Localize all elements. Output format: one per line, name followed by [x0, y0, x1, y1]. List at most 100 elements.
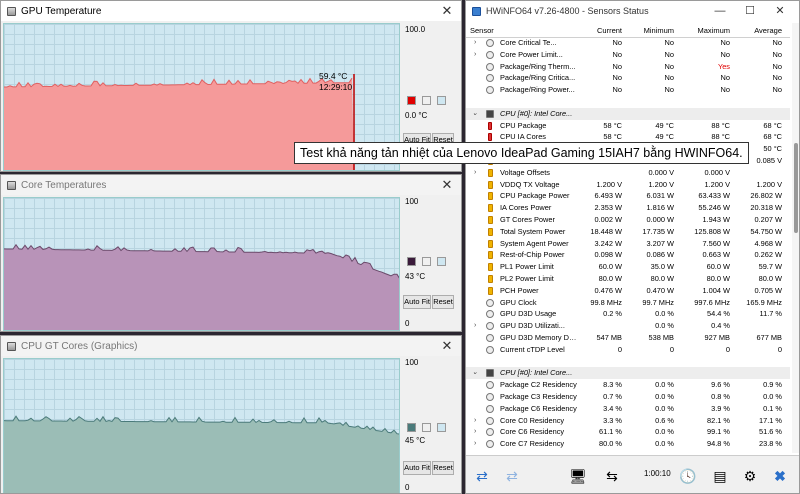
sensor-row[interactable]: › Core Critical Te... No No No No	[466, 37, 790, 49]
sensor-row[interactable]: Package C6 Residency 3.4 % 0.0 % 3.9 % 0.1 %	[466, 403, 790, 415]
sensor-group-header[interactable]: ⌄ CPU [#0]: Intel Core...	[466, 107, 790, 120]
auto-fit-button[interactable]: Auto Fit	[403, 295, 431, 309]
close-icon[interactable]: ✕	[439, 3, 455, 19]
column-sensor[interactable]: Sensor	[470, 26, 494, 35]
sensor-row[interactable]: CPU Package Power 6.493 W 6.031 W 63.433 W 2…	[466, 190, 790, 202]
sensor-row[interactable]: › Core Power Limit... No No No No	[466, 49, 790, 61]
sensor-row[interactable]: Total System Power 18.448 W 17.735 W 125.80…	[466, 226, 790, 238]
sensor-row[interactable]: GPU D3D Memory Dy... 547 MB 538 MB 927 MB 67…	[466, 332, 790, 344]
collapse-icon[interactable]: ⌄	[472, 108, 478, 120]
color-swatch-line[interactable]	[407, 423, 416, 432]
sensor-row[interactable]: GT Cores Power 0.002 W 0.000 W 1.943 W 0.207…	[466, 214, 790, 226]
sensor-row[interactable]: Rest-of-Chip Power 0.098 W 0.086 W 0.663 W 0…	[466, 249, 790, 261]
close-icon[interactable]: ✕	[765, 3, 795, 19]
column-average[interactable]: Average	[734, 26, 782, 35]
cpu-chip-icon	[486, 369, 494, 378]
sensor-name: CPU Package Power	[500, 191, 570, 201]
average-value: 20.318 W	[750, 203, 782, 213]
sensor-row[interactable]: Package C2 Residency 8.3 % 0.0 % 9.6 % 0.9 %	[466, 379, 790, 391]
window-title: CPU GT Cores (Graphics)	[21, 340, 138, 352]
expand-icon[interactable]: ›	[474, 167, 476, 179]
clock-icon[interactable]: 🕓	[676, 464, 700, 488]
color-swatch-grid[interactable]	[437, 257, 446, 266]
sensor-row[interactable]: GPU Clock 99.8 MHz 99.7 MHz 997.6 MHz 165.9 …	[466, 297, 790, 309]
minimum-value: 0.0 %	[655, 380, 674, 390]
expand-icon[interactable]: ›	[474, 37, 476, 49]
sensor-row[interactable]: PL2 Power Limit 80.0 W 80.0 W 80.0 W 80.0 W	[466, 273, 790, 285]
sensor-name: GPU Clock	[500, 297, 537, 307]
sensor-row[interactable]: Package/Ring Critica... No No No No	[466, 72, 790, 84]
auto-fit-button[interactable]: Auto Fit	[403, 461, 431, 475]
scale-min: 0	[405, 319, 410, 328]
color-swatch-grid[interactable]	[437, 96, 446, 105]
expand-icon[interactable]: ›	[474, 320, 476, 332]
gt-cores-titlebar[interactable]: CPU GT Cores (Graphics) ✕	[1, 336, 461, 356]
reset-button[interactable]: Reset	[432, 295, 454, 309]
column-current[interactable]: Current	[578, 26, 622, 35]
sensor-row[interactable]: PCH Power 0.476 W 0.470 W 1.004 W 0.705 W	[466, 285, 790, 297]
hwinfo-titlebar[interactable]: HWiNFO64 v7.26-4800 - Sensors Status — ☐…	[466, 1, 799, 21]
color-swatch-bg[interactable]	[422, 423, 431, 432]
current-value: 3.3 %	[603, 415, 622, 425]
expand-icon[interactable]: ›	[474, 426, 476, 438]
close-icon[interactable]: ✕	[439, 177, 455, 193]
current-value: 99.8 MHz	[590, 297, 622, 307]
collapse-icon[interactable]: ⌄	[472, 367, 478, 379]
color-swatch-line[interactable]	[407, 257, 416, 266]
average-value: 0.262 W	[754, 250, 782, 260]
minimum-value: 538 MB	[648, 332, 674, 342]
sensor-row[interactable]: Package/Ring Power... No No No No	[466, 84, 790, 96]
color-swatch-grid[interactable]	[437, 423, 446, 432]
sensor-row[interactable]: Current cTDP Level 0 0 0 0	[466, 344, 790, 356]
sensor-row[interactable]: IA Cores Power 2.353 W 1.816 W 55.246 W 20.3…	[466, 202, 790, 214]
minimum-value: 49 °C	[655, 120, 674, 130]
expand-icon[interactable]: ›	[474, 415, 476, 427]
minimize-icon[interactable]: —	[705, 3, 735, 19]
sensor-row[interactable]: › Voltage Offsets 0.000 V 0.000 V	[466, 167, 790, 179]
reset-button[interactable]: Reset	[432, 461, 454, 475]
core-temperatures-titlebar[interactable]: Core Temperatures ✕	[1, 175, 461, 195]
sensor-name: Package/Ring Therm...	[500, 61, 576, 71]
sensor-row[interactable]: › GPU D3D Utilizati... 0.0 % 0.4 %	[466, 320, 790, 332]
column-maximum[interactable]: Maximum	[678, 26, 730, 35]
power-bolt-icon	[488, 180, 493, 189]
sensor-group-header[interactable]: ⌄ CPU [#0]: Intel Core...	[466, 367, 790, 380]
sensor-row[interactable]: › Core C7 Residency 80.0 % 0.0 % 94.8 % 23.8 …	[466, 438, 790, 450]
sensor-row[interactable]: Package C3 Residency 0.7 % 0.0 % 0.8 % 0.0 %	[466, 391, 790, 403]
minimum-value: 35.0 W	[650, 262, 674, 272]
power-bolt-icon	[488, 192, 493, 201]
color-swatch-bg[interactable]	[422, 96, 431, 105]
scale-min: 0	[405, 483, 410, 492]
sensor-row[interactable]: › Core C6 Residency 61.1 % 0.0 % 99.1 % 51.6 …	[466, 426, 790, 438]
maximize-icon[interactable]: ☐	[735, 3, 765, 19]
caption-tooltip: Test khả năng tản nhiệt của Lenovo IdeaP…	[294, 142, 749, 164]
sensor-row[interactable]	[466, 95, 790, 108]
sensor-row[interactable]: › Core C0 Residency 3.3 % 0.6 % 82.1 % 17.1 %	[466, 415, 790, 427]
column-minimum[interactable]: Minimum	[626, 26, 674, 35]
close-icon[interactable]: ✕	[439, 338, 455, 354]
network-icon[interactable]: ⇆	[600, 464, 624, 488]
sensor-row[interactable]	[466, 355, 790, 368]
scrollbar-thumb[interactable]	[794, 143, 798, 233]
navigate-arrows-alt-icon[interactable]: ⇄	[500, 464, 524, 488]
sensor-row[interactable]: GPU D3D Usage 0.2 % 0.0 % 54.4 % 11.7 %	[466, 308, 790, 320]
close-x-icon[interactable]: ✖	[768, 464, 792, 488]
vertical-scrollbar[interactable]	[792, 23, 799, 453]
sensor-row[interactable]: VDDQ TX Voltage 1.200 V 1.200 V 1.200 V 1.20…	[466, 179, 790, 191]
current-value: 43 °C	[405, 272, 426, 281]
color-swatch-bg[interactable]	[422, 257, 431, 266]
sensor-row[interactable]: Package/Ring Therm... No No Yes No	[466, 61, 790, 73]
average-value: No	[772, 38, 782, 47]
sensor-row[interactable]: System Agent Power 3.242 W 3.207 W 7.560 W 4…	[466, 238, 790, 250]
sensor-row[interactable]: CPU Package 58 °C 49 °C 88 °C 68 °C	[466, 120, 790, 132]
elapsed-time: 1:00:10	[644, 469, 671, 478]
color-swatch-red[interactable]	[407, 96, 416, 105]
settings-gear-icon[interactable]: ⚙	[738, 464, 762, 488]
sensor-row[interactable]: PL1 Power Limit 60.0 W 35.0 W 60.0 W 59.7 W	[466, 261, 790, 273]
monitor-icon[interactable]: 🖥	[566, 464, 590, 488]
expand-icon[interactable]: ›	[474, 438, 476, 450]
expand-icon[interactable]: ›	[474, 49, 476, 61]
gpu-temperature-titlebar[interactable]: GPU Temperature ✕	[1, 1, 461, 21]
report-add-icon[interactable]: ▤	[708, 464, 732, 488]
navigate-arrows-icon[interactable]: ⇄	[470, 464, 494, 488]
